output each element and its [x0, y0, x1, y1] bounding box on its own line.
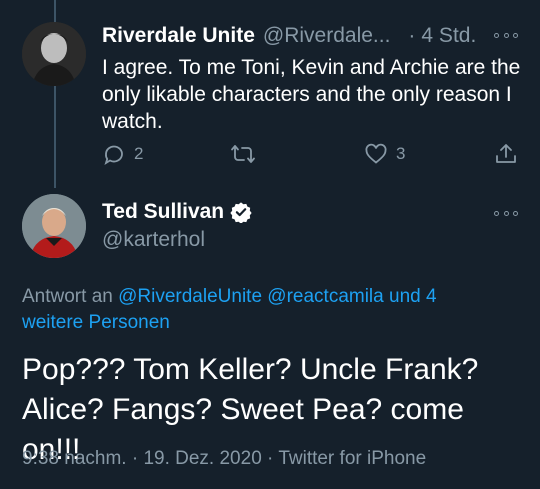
tweet-author-avatar[interactable] [22, 194, 86, 258]
reply-icon [104, 145, 123, 166]
reply-time[interactable]: 4 Std. [421, 24, 476, 48]
tweet-author-name[interactable]: Ted Sullivan [102, 200, 224, 224]
retweet-button[interactable] [230, 142, 256, 166]
share-button[interactable] [494, 142, 518, 166]
reply-button[interactable]: 2 [102, 142, 143, 166]
tweet-author-row: Ted Sullivan [102, 200, 252, 224]
more-options-icon[interactable] [494, 30, 518, 40]
retweet-icon [231, 145, 255, 163]
verified-badge-icon [230, 202, 252, 223]
header-separator: · [408, 24, 416, 47]
tweet-author-handle[interactable]: @karterhol [102, 228, 205, 252]
reply-count: 2 [134, 144, 144, 163]
reply-author-name[interactable]: Riverdale Unite [102, 24, 255, 48]
more-options-icon[interactable] [494, 208, 518, 218]
like-button[interactable]: 3 [364, 142, 405, 166]
reply-author-handle[interactable]: @Riverdale... [263, 24, 391, 48]
reply-author-avatar[interactable] [22, 22, 86, 86]
share-icon [496, 144, 516, 163]
tweet-footer: 9:38 nachm. · 19. Dez. 2020 · Twitter fo… [22, 448, 426, 470]
reply-text: I agree. To me Toni, Kevin and Archie ar… [102, 56, 521, 133]
reply-header: Riverdale Unite @Riverdale... · 4 Std. [102, 22, 520, 50]
like-count: 3 [396, 144, 406, 163]
replying-to-prefix: Antwort an [22, 286, 113, 307]
like-icon [365, 143, 387, 164]
tweet-timestamp[interactable]: 9:38 nachm. · 19. Dez. 2020 [22, 448, 262, 469]
replying-to-line: Antwort an @RiverdaleUnite @reactcamila … [22, 284, 502, 336]
footer-separator: · [267, 448, 274, 469]
reply-action-bar: 2 3 [102, 142, 520, 170]
tweet-source[interactable]: Twitter for iPhone [278, 448, 426, 469]
